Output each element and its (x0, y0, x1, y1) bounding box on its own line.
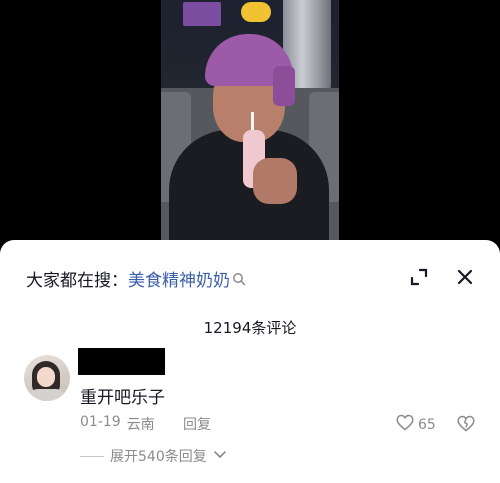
comment-count: 12194条评论 (203, 319, 297, 337)
close-icon[interactable] (452, 264, 478, 290)
reply-button[interactable]: 回复 (183, 414, 211, 434)
trending-search-bar[interactable]: 大家都在搜： 美食精神奶奶 (26, 266, 246, 291)
wall-decoration (183, 2, 221, 26)
trending-search-term[interactable]: 美食精神奶奶 (128, 266, 230, 291)
broken-heart-icon[interactable] (457, 415, 475, 433)
comment-location: 云南 (126, 417, 155, 433)
avatar[interactable] (24, 355, 70, 401)
video-frame (161, 0, 339, 245)
comment-sheet: 大家都在搜： 美食精神奶奶 12194条评论 重开吧乐子 01-19 云南 回复… (0, 240, 500, 483)
search-icon (232, 271, 246, 286)
expand-icon[interactable] (406, 264, 432, 290)
comment-date: 01-19 (80, 414, 121, 430)
person-hand (253, 158, 297, 204)
expand-replies-button[interactable]: 展开540条回复 (80, 446, 227, 466)
trending-search-prefix: 大家都在搜： (26, 270, 128, 291)
straw (251, 112, 254, 132)
video-player[interactable] (0, 0, 500, 245)
comment-meta: 01-19 云南 (80, 414, 155, 434)
redacted-username (78, 348, 165, 375)
chevron-down-icon (213, 448, 227, 464)
like-count: 65 (418, 416, 436, 433)
heart-icon (396, 414, 414, 435)
wall-decoration (241, 2, 271, 22)
headscarf-tail (273, 66, 295, 106)
divider-line (80, 455, 104, 457)
like-button[interactable]: 65 (396, 414, 436, 435)
expand-replies-label: 展开540条回复 (110, 449, 207, 465)
comment-text: 重开吧乐子 (80, 388, 165, 408)
